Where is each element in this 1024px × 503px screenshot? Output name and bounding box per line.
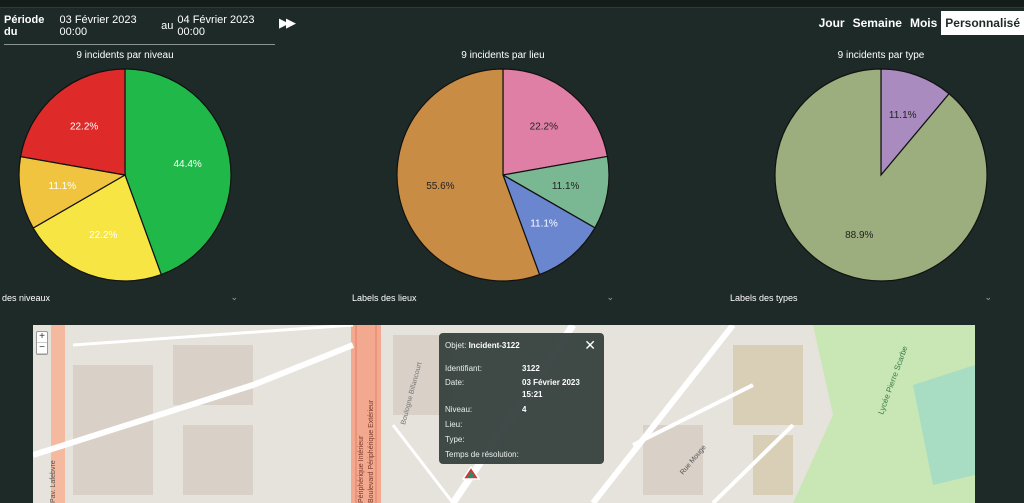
zoom-out-button[interactable]: − bbox=[37, 343, 47, 354]
chevron-down-icon: ⌄ bbox=[606, 292, 614, 302]
tab-custom[interactable]: Personnalisé bbox=[941, 11, 1024, 35]
pie-slice[interactable] bbox=[774, 68, 988, 282]
fast-forward-icon[interactable]: ▶▶ bbox=[279, 15, 296, 31]
popup-object-value: Incident-3122 bbox=[468, 341, 520, 350]
pie-slice-label: 88.9% bbox=[845, 230, 873, 241]
popup-object-label: Objet: bbox=[445, 341, 467, 350]
labels-title: Labels des lieux bbox=[352, 292, 417, 303]
chart-title-type: 9 incidents par type bbox=[837, 50, 925, 61]
popup-row-label: Niveau: bbox=[445, 405, 473, 414]
popup-row-value: 4 bbox=[522, 405, 527, 414]
labels-dropdown-type[interactable]: Labels des types ⌄ bbox=[730, 292, 992, 303]
pie-slice-label: 22.2% bbox=[70, 121, 98, 132]
top-bar bbox=[0, 0, 1024, 8]
pie-chart-niveau: 44.4% 22.2% 11.1% 22.2% bbox=[18, 68, 232, 282]
popup-row-label: Identifiant: bbox=[445, 364, 482, 373]
popup-row-label: Lieu: bbox=[445, 420, 463, 429]
popup-header: Objet: Incident-3122 bbox=[445, 341, 520, 350]
right-gutter bbox=[975, 325, 1024, 503]
pie-chart-type: 11.1% 88.9% bbox=[774, 68, 988, 282]
labels-dropdown-niveau[interactable]: des niveaux ⌄ bbox=[2, 292, 238, 303]
period-label: Période du bbox=[4, 14, 45, 38]
range-tabs: Jour Semaine Mois Personnalisé bbox=[815, 11, 1024, 35]
pie-slice-label: 55.6% bbox=[426, 181, 454, 192]
pie-chart-lieu: 22.2% 11.1% 11.1% 55.6% bbox=[396, 68, 610, 282]
incident-popup: Objet: Incident-3122 ✕ Identifiant: 3122… bbox=[439, 333, 604, 464]
popup-row-label: Date: bbox=[445, 378, 465, 387]
labels-dropdown-lieu[interactable]: Labels des lieux ⌄ bbox=[352, 292, 614, 303]
period-middle: au bbox=[161, 20, 174, 32]
pie-slice-label: 22.2% bbox=[530, 121, 558, 132]
popup-row-label: Temps de résolution: bbox=[445, 450, 519, 459]
chart-title-lieu: 9 incidents par lieu bbox=[461, 50, 545, 61]
period-selector[interactable]: Période du 03 Février 2023 00:00 au 04 F… bbox=[4, 14, 275, 45]
map-label: Boulevard Périphérique Extérieur bbox=[368, 399, 375, 503]
pie-slice-label: 11.1% bbox=[889, 110, 917, 121]
labels-title: Labels des types bbox=[730, 292, 798, 303]
map-label: Périphérique Intérieur bbox=[358, 435, 365, 503]
chevron-down-icon: ⌄ bbox=[984, 292, 992, 302]
popup-row-value: 3122 bbox=[522, 364, 540, 373]
pie-slice-label: 11.1% bbox=[530, 219, 558, 230]
pie-slice-label: 11.1% bbox=[49, 181, 77, 192]
popup-row-label: Type: bbox=[445, 435, 465, 444]
map-label: Pav. Lafebvre bbox=[50, 460, 57, 503]
close-icon[interactable]: ✕ bbox=[584, 337, 596, 354]
pie-slice-label: 44.4% bbox=[173, 159, 201, 170]
pie-slice-label: 22.2% bbox=[89, 230, 117, 241]
popup-row-value: 03 Février 2023 bbox=[522, 378, 580, 387]
tab-month[interactable]: Mois bbox=[906, 13, 941, 33]
labels-title: des niveaux bbox=[2, 292, 51, 303]
popup-row-value: 15:21 bbox=[522, 390, 543, 399]
chart-title-niveau: 9 incidents par niveau bbox=[76, 50, 174, 61]
tab-week[interactable]: Semaine bbox=[849, 13, 906, 33]
map-zoom-control: + − bbox=[36, 331, 48, 355]
period-start[interactable]: 03 Février 2023 00:00 bbox=[60, 14, 158, 38]
chevron-down-icon: ⌄ bbox=[230, 292, 238, 302]
pie-slice-label: 11.1% bbox=[552, 181, 580, 192]
period-end[interactable]: 04 Février 2023 00:00 bbox=[177, 14, 275, 38]
tab-day[interactable]: Jour bbox=[815, 13, 849, 33]
incident-marker-icon[interactable] bbox=[462, 466, 480, 480]
left-gutter bbox=[0, 325, 33, 503]
